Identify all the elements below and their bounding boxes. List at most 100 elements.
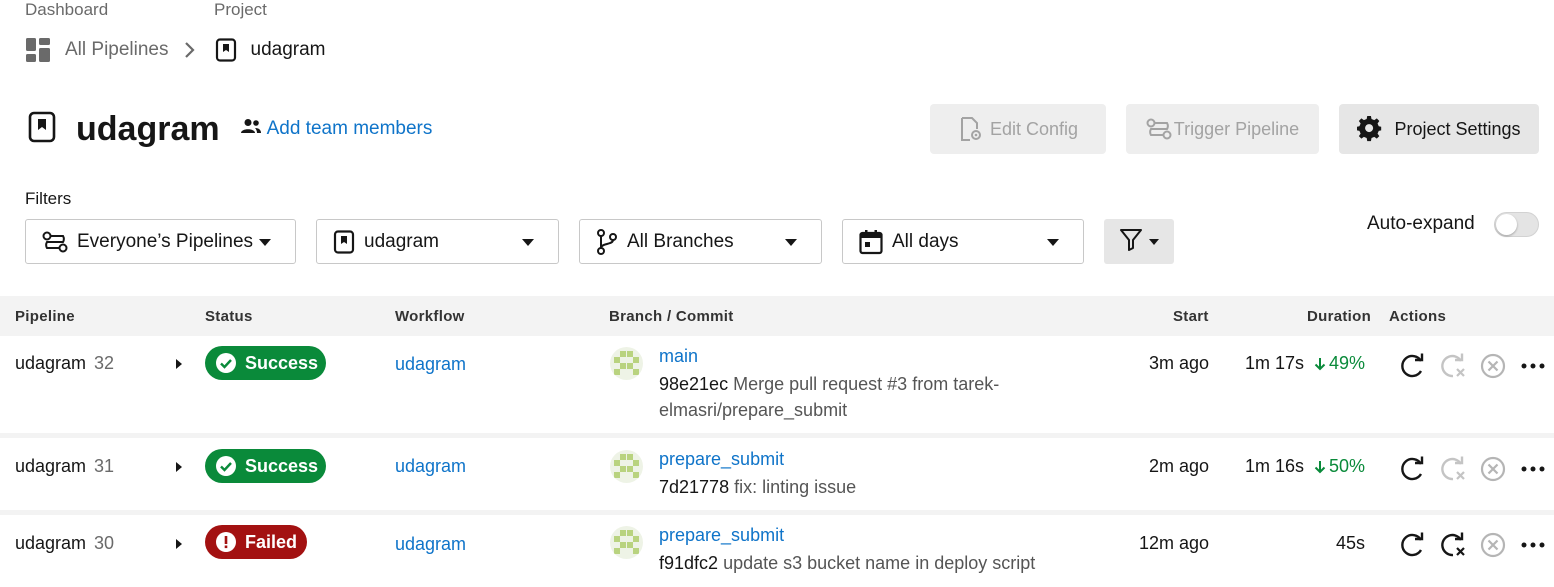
cancel-icon[interactable] — [1473, 532, 1513, 558]
edit-config-label: Edit Config — [989, 118, 1079, 139]
duration-delta-value: 49% — [1328, 353, 1365, 373]
chevron-down-icon — [259, 239, 271, 246]
chevron-down-icon — [1047, 239, 1059, 246]
pipeline-project: udagram — [15, 533, 87, 553]
filters-label: Filters — [25, 189, 72, 208]
edit-config-button[interactable]: Edit Config — [930, 104, 1106, 154]
rerun-icon[interactable] — [1393, 455, 1433, 483]
column-header-pipeline[interactable]: Pipeline — [15, 308, 75, 325]
breadcrumb-label-project: Project — [214, 0, 267, 19]
avatar — [610, 450, 643, 483]
rerun-icon[interactable] — [1393, 531, 1433, 559]
expand-row-icon[interactable] — [176, 539, 182, 549]
duration: 1m 17s 49% — [1245, 353, 1365, 374]
branch-icon — [596, 228, 618, 255]
project-filter-value: udagram — [364, 230, 439, 252]
breadcrumb: All Pipelines udagram — [25, 35, 326, 65]
check-circle-icon — [215, 455, 237, 477]
auto-expand-toggle[interactable] — [1494, 212, 1539, 237]
workflow-link[interactable]: udagram — [395, 456, 466, 477]
branch-link[interactable]: main — [659, 346, 698, 367]
rerun-failed-icon[interactable] — [1433, 455, 1473, 483]
duration-delta: 50% — [1314, 456, 1365, 477]
table-row: udagram 30 Failed udagram prepare_submit … — [0, 515, 1554, 587]
pipeline-number: 32 — [94, 353, 115, 373]
chevron-down-icon — [785, 239, 797, 246]
page-title: udagram — [76, 109, 220, 148]
pipeline-name[interactable]: udagram 32 — [15, 353, 114, 374]
workflow-link[interactable]: udagram — [395, 354, 466, 375]
cancel-icon[interactable] — [1473, 353, 1513, 379]
people-icon — [240, 118, 262, 140]
column-header-status[interactable]: Status — [205, 308, 253, 325]
more-icon[interactable] — [1513, 542, 1553, 548]
duration: 1m 16s 50% — [1245, 456, 1365, 477]
breadcrumb-all-pipelines[interactable]: All Pipelines — [65, 39, 169, 61]
commit-sha: 98e21ec — [659, 374, 729, 394]
column-header-branch-commit[interactable]: Branch / Commit — [609, 308, 734, 325]
pipeline-name[interactable]: udagram 31 — [15, 456, 114, 477]
project-bookmark-icon — [333, 229, 355, 254]
pipelines-filter-select[interactable]: Everyone’s Pipelines — [25, 219, 296, 264]
project-bookmark-icon — [215, 38, 237, 62]
breadcrumb-label-dashboard: Dashboard — [25, 0, 109, 19]
table-row: udagram 31 Success udagram prepare_submit… — [0, 438, 1554, 515]
status-badge[interactable]: Success — [205, 449, 326, 483]
table-row: udagram 32 Success udagram main 98e21ec M… — [0, 336, 1554, 438]
start-time: 3m ago — [1148, 353, 1209, 373]
calendar-icon — [859, 229, 883, 255]
branch-filter-select[interactable]: All Branches — [579, 219, 822, 264]
pipeline-name[interactable]: udagram 30 — [15, 533, 114, 554]
table-header: Pipeline Status Workflow Branch / Commit… — [0, 296, 1554, 336]
avatar — [610, 526, 643, 559]
breadcrumb-project[interactable]: udagram — [251, 39, 326, 61]
status-label: Success — [245, 455, 319, 476]
commit-info[interactable]: f91dfc2 update s3 bucket name in deploy … — [659, 550, 1079, 576]
alert-circle-icon — [215, 531, 237, 553]
cancel-icon[interactable] — [1473, 456, 1513, 482]
branch-link[interactable]: prepare_submit — [659, 449, 784, 470]
commit-info[interactable]: 98e21ec Merge pull request #3 from tarek… — [659, 371, 1019, 423]
project-settings-label: Project Settings — [1394, 118, 1521, 139]
commit-info[interactable]: 7d21778 fix: linting issue — [659, 474, 1019, 500]
advanced-filter-button[interactable] — [1104, 219, 1174, 264]
commit-message: fix: linting issue — [734, 477, 857, 497]
date-filter-select[interactable]: All days — [842, 219, 1084, 264]
gear-icon — [1357, 116, 1383, 142]
trigger-pipeline-button[interactable]: Trigger Pipeline — [1126, 104, 1319, 154]
project-settings-button[interactable]: Project Settings — [1339, 104, 1539, 154]
rerun-icon[interactable] — [1393, 352, 1433, 380]
row-actions — [1393, 531, 1553, 559]
duration-delta: 49% — [1314, 353, 1365, 374]
rerun-failed-icon[interactable] — [1433, 352, 1473, 380]
avatar — [610, 347, 643, 380]
check-circle-icon — [215, 352, 237, 374]
start-time: 2m ago — [1148, 456, 1209, 476]
duration-delta-value: 50% — [1328, 456, 1365, 476]
status-badge[interactable]: Failed — [205, 525, 307, 559]
row-actions — [1393, 352, 1553, 380]
commit-sha: f91dfc2 — [659, 553, 719, 573]
column-header-duration[interactable]: Duration — [1307, 308, 1371, 325]
config-file-icon — [958, 116, 982, 142]
workflow-link[interactable]: udagram — [395, 534, 466, 555]
commit-message: update s3 bucket name in deploy script — [723, 553, 1036, 573]
date-filter-value: All days — [892, 230, 959, 252]
toggle-knob — [1496, 214, 1517, 235]
rerun-failed-icon[interactable] — [1433, 531, 1473, 559]
pipeline-project: udagram — [15, 353, 87, 373]
more-icon[interactable] — [1513, 363, 1553, 369]
pipeline-icon — [1146, 118, 1172, 140]
expand-row-icon[interactable] — [176, 462, 182, 472]
column-header-workflow[interactable]: Workflow — [395, 308, 465, 325]
more-icon[interactable] — [1513, 466, 1553, 472]
branch-link[interactable]: prepare_submit — [659, 525, 784, 546]
project-filter-select[interactable]: udagram — [316, 219, 559, 264]
add-team-members-link[interactable]: Add team members — [240, 118, 433, 140]
column-header-start[interactable]: Start — [1173, 308, 1209, 325]
status-badge[interactable]: Success — [205, 346, 326, 380]
expand-row-icon[interactable] — [176, 359, 182, 369]
duration-value: 1m 16s — [1244, 456, 1304, 476]
chevron-down-icon — [1149, 238, 1159, 245]
add-team-members-label: Add team members — [266, 118, 433, 139]
